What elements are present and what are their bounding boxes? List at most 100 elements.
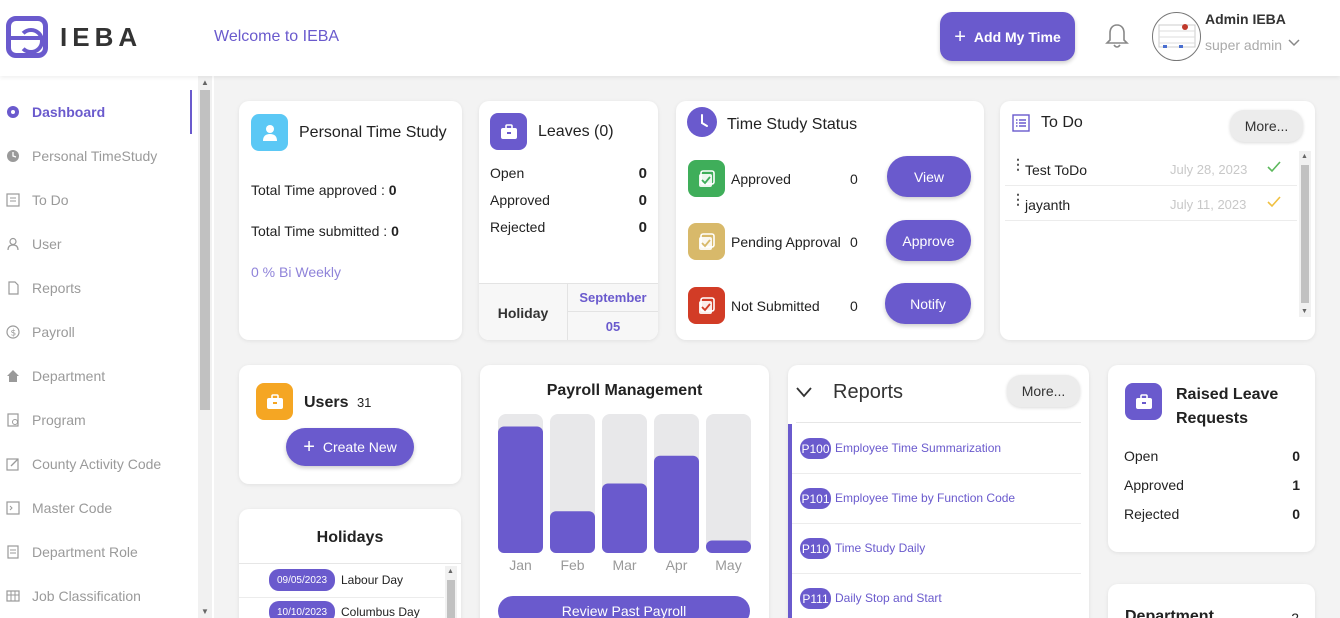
raised-leave-title-2: Requests (1176, 410, 1249, 427)
scrollbar-thumb[interactable] (447, 580, 455, 618)
bar-apr[interactable] (654, 455, 699, 553)
scroll-down-icon[interactable]: ▼ (201, 607, 209, 616)
payroll-bar-chart: Jan Feb Mar Apr May (498, 414, 751, 573)
report-item[interactable]: P100 Employee Time Summarization (792, 424, 1081, 474)
avatar[interactable] (1152, 12, 1201, 61)
report-name-link[interactable]: Daily Stop and Start (835, 591, 942, 605)
todo-item-date: July 11, 2023 (1170, 197, 1247, 212)
raised-rejected-value: 0 (1292, 506, 1300, 522)
report-code-badge: P110 (800, 538, 831, 559)
user-role: super admin (1205, 37, 1283, 53)
sidebar-item-label: Job Classification (32, 588, 141, 604)
clock-icon (6, 149, 20, 163)
report-name-link[interactable]: Time Study Daily (835, 541, 925, 555)
approved-label: Approved (731, 171, 791, 187)
leave-rejected-value: 0 (638, 219, 647, 236)
view-button[interactable]: View (887, 156, 971, 197)
holiday-name: Labour Day (341, 573, 404, 587)
holiday-date-badge: 09/05/2023 (269, 569, 335, 591)
report-item[interactable]: P101 Employee Time by Function Code (792, 474, 1081, 524)
users-card: Users 31 + Create New (239, 365, 461, 484)
user-name: Admin IEBA (1205, 11, 1286, 27)
x-tick-label: Apr (666, 557, 688, 573)
scroll-up-icon[interactable]: ▲ (447, 568, 454, 575)
notify-button[interactable]: Notify (885, 283, 971, 324)
leave-open-label: Open (490, 165, 525, 181)
sidebar-item-user[interactable]: User (0, 222, 192, 266)
todo-scrollbar[interactable]: ▲ ▼ (1299, 151, 1311, 317)
time-submitted-row: Total Time submitted : 0 (251, 223, 399, 239)
report-item[interactable]: P111 Daily Stop and Start (792, 574, 1081, 618)
sidebar-item-label: County Activity Code (32, 456, 162, 472)
edit-icon (6, 457, 20, 471)
sidebar-item-to-do[interactable]: To Do (0, 178, 192, 222)
check-icon (1267, 195, 1281, 213)
kebab-menu-icon[interactable]: ⋮ (1011, 192, 1025, 206)
svg-text:$: $ (11, 329, 17, 339)
holidays-scrollbar[interactable]: ▲ (445, 566, 457, 618)
sidebar-scrollbar[interactable]: ▲ ▼ (198, 76, 212, 618)
raised-open-label: Open (1124, 448, 1159, 464)
todo-item[interactable]: ⋮ jayanth July 11, 2023 (1005, 186, 1297, 221)
sidebar-item-job-classification[interactable]: Job Classification (0, 574, 192, 618)
clock-icon (687, 107, 717, 137)
add-my-time-label: Add My Time (973, 28, 1061, 45)
bar-feb[interactable] (550, 511, 595, 553)
raised-leave-card: Raised Leave Requests Open 0 Approved 1 Reje… (1108, 365, 1315, 552)
dollar-icon: $ (6, 325, 20, 339)
todo-item[interactable]: ⋮ Test ToDo July 28, 2023 (1005, 151, 1297, 186)
scroll-up-icon[interactable]: ▲ (1301, 153, 1308, 160)
scroll-up-icon[interactable]: ▲ (201, 78, 209, 87)
time-submitted-label: Total Time submitted : (251, 223, 388, 239)
scroll-down-icon[interactable]: ▼ (1301, 308, 1308, 315)
time-study-status-title: Time Study Status (727, 116, 858, 133)
todo-more-button[interactable]: More... (1230, 110, 1303, 142)
holiday-footer: Holiday September 05 (479, 283, 658, 340)
add-my-time-button[interactable]: + Add My Time (940, 12, 1075, 61)
review-past-payroll-button[interactable]: Review Past Payroll (498, 596, 750, 618)
scrollbar-thumb[interactable] (200, 90, 210, 410)
kebab-menu-icon[interactable]: ⋮ (1011, 157, 1025, 171)
chevron-down-icon[interactable] (1288, 37, 1300, 51)
leave-rejected-label: Rejected (490, 219, 546, 235)
sidebar-item-label: User (32, 236, 62, 252)
divider (796, 422, 1081, 423)
todo-list-icon (1012, 114, 1030, 137)
sidebar-item-department-role[interactable]: Department Role (0, 530, 192, 574)
scrollbar-thumb[interactable] (1301, 165, 1309, 303)
report-name-link[interactable]: Employee Time by Function Code (835, 491, 1015, 505)
reports-more-button[interactable]: More... (1007, 375, 1080, 407)
briefcase-icon (490, 113, 527, 150)
report-name-link[interactable]: Employee Time Summarization (835, 441, 1001, 455)
approve-button[interactable]: Approve (886, 220, 971, 261)
reports-title: Reports (833, 381, 904, 403)
chevron-down-icon[interactable] (796, 385, 812, 403)
sidebar-item-personal-timestudy[interactable]: Personal TimeStudy (0, 134, 192, 178)
bar-may[interactable] (706, 540, 751, 553)
sidebar-item-reports[interactable]: Reports (0, 266, 192, 310)
not-submitted-label: Not Submitted (731, 298, 820, 314)
sidebar-item-county-activity-code[interactable]: County Activity Code (0, 442, 192, 486)
ieba-logo[interactable]: IEBA (6, 16, 142, 58)
sidebar-item-label: Master Code (32, 500, 113, 516)
bar-jan[interactable] (498, 426, 543, 553)
sidebar-item-department[interactable]: Department (0, 354, 192, 398)
logo-text: IEBA (60, 21, 143, 52)
holiday-label: Holiday (479, 284, 568, 340)
todo-card: To Do More... ⋮ Test ToDo July 28, 2023 ⋮ ja… (1000, 101, 1315, 340)
not-submitted-count: 0 (850, 298, 858, 314)
sidebar-item-program[interactable]: Program (0, 398, 192, 442)
report-item[interactable]: P110 Time Study Daily (792, 524, 1081, 574)
payroll-title: Payroll Management (546, 382, 703, 399)
sidebar-item-dashboard[interactable]: Dashboard (0, 90, 192, 134)
sidebar-item-label: Program (32, 412, 86, 428)
create-new-label: Create New (322, 439, 397, 455)
report-code-badge: P100 (800, 438, 831, 459)
create-new-user-button[interactable]: + Create New (286, 428, 414, 466)
sidebar-item-payroll[interactable]: $ Payroll (0, 310, 192, 354)
time-approved-value: 0 (388, 182, 397, 198)
bell-icon[interactable] (1104, 22, 1130, 50)
department-count: 2 (1291, 610, 1299, 618)
sidebar-item-master-code[interactable]: Master Code (0, 486, 192, 530)
bar-mar[interactable] (602, 483, 647, 554)
